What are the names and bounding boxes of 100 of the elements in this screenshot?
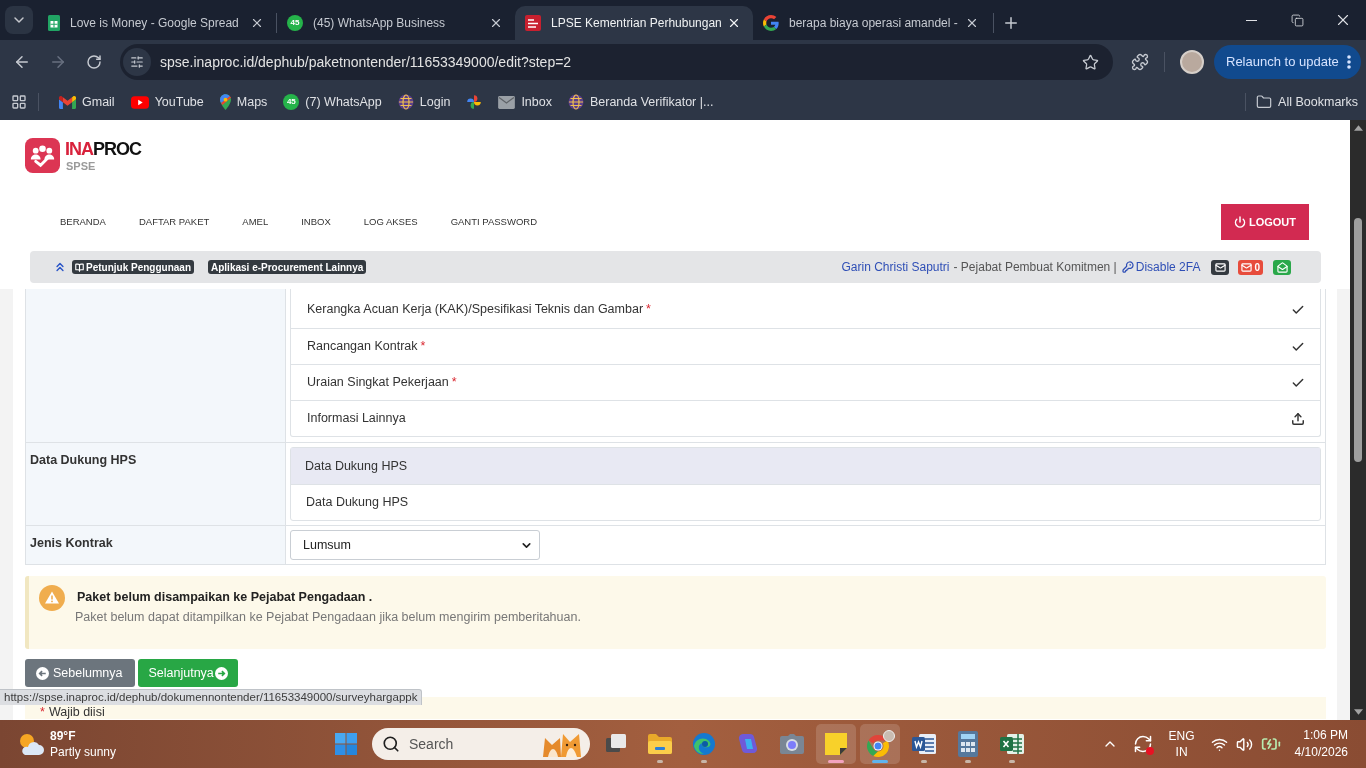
chevrons-up-icon[interactable]: [53, 260, 67, 274]
panel-heading: Data Dukung HPS: [291, 448, 1320, 484]
back-button[interactable]: Sebelumnya: [25, 659, 135, 687]
chat-count-badge: 45: [287, 15, 303, 31]
logout-button[interactable]: LOGOUT: [1221, 204, 1309, 240]
bookmark-link[interactable]: Inbox: [490, 88, 560, 116]
scrollbar-thumb[interactable]: [1354, 218, 1362, 462]
nav-link[interactable]: INBOX: [301, 214, 331, 230]
nav-link[interactable]: GANTI PASSWORD: [450, 214, 538, 230]
bookmark-link[interactable]: Gmail: [51, 88, 123, 116]
bookmark-link[interactable]: Beranda Verifikator |...: [559, 88, 722, 116]
start-icon[interactable]: [334, 732, 358, 756]
unread-button[interactable]: 0: [1238, 259, 1263, 275]
status-url: https://spse.inaproc.id/dephub/dokumennontender/11653349000/surveyhargappk: [0, 689, 423, 705]
document-name: Rancangan Kontrak *: [307, 338, 426, 356]
running-indicator: [1009, 760, 1015, 763]
nav-link[interactable]: AMEL: [242, 214, 269, 230]
arrow-left-circle-icon: [36, 666, 49, 680]
puzzle-icon: [1131, 53, 1149, 71]
document-name: Uraian Singkat Pekerjaan *: [307, 374, 457, 392]
sheet-icon: [48, 15, 60, 31]
close-icon[interactable]: [965, 16, 979, 30]
minimize-icon: [1245, 19, 1257, 21]
book-icon: [75, 262, 84, 272]
search-icon: [382, 735, 400, 753]
power-icon: [1233, 216, 1246, 228]
people-logo-icon: [25, 138, 60, 173]
search-field[interactable]: Search: [372, 728, 590, 760]
plus-icon: [1002, 14, 1020, 32]
scroll-up-icon[interactable]: [1353, 125, 1363, 131]
required-note: * Wajib diisi: [40, 706, 106, 719]
reload-icon: [86, 54, 102, 70]
field-label: Data Dukung HPS: [30, 453, 137, 467]
all-bookmarks-button[interactable]: All Bookmarks: [1256, 88, 1358, 116]
running-indicator: [921, 760, 927, 763]
browser-tab[interactable]: LPSE Kementrian Perhubungan: [515, 6, 753, 40]
running-indicator: [657, 760, 663, 763]
envelope-icon: [498, 95, 516, 109]
tab-search-button[interactable]: [5, 6, 33, 34]
logo-subtitle: SPSE: [66, 160, 97, 172]
read-mail-button[interactable]: [1273, 259, 1291, 275]
logo-wordmark: INAPROC: [65, 139, 141, 160]
user-name-link[interactable]: Garin Christi Saputri: [841, 258, 950, 276]
browser-tab[interactable]: Love is Money - Google Spread: [38, 6, 276, 40]
close-icon[interactable]: [727, 16, 741, 30]
play-icon: [130, 95, 149, 109]
close-icon[interactable]: [489, 16, 503, 30]
relaunch-button[interactable]: Relaunch to update: [1214, 45, 1361, 79]
star-icon[interactable]: [1082, 53, 1099, 71]
panel-item[interactable]: Data Dukung HPS: [291, 484, 1320, 520]
inbox-button[interactable]: [1211, 259, 1230, 275]
restore-icon: [1290, 13, 1304, 27]
browser-tab[interactable]: 45 (45) WhatsApp Business: [277, 6, 515, 40]
browser-tab[interactable]: berapa biaya operasi amandel -: [753, 6, 991, 40]
document-row[interactable]: Uraian Singkat Pekerjaan *: [291, 364, 1320, 400]
folder-icon: [647, 733, 673, 755]
chat-count-badge: 45: [283, 94, 300, 110]
close-icon[interactable]: [250, 16, 264, 30]
calculator-icon: [958, 731, 978, 757]
bookmark-link[interactable]: Maps: [211, 88, 276, 116]
clock[interactable]: 1:06 PM 4/10/2026: [1294, 727, 1348, 761]
nav-link[interactable]: LOG AKSES: [363, 214, 418, 230]
taskbar-app[interactable]: [816, 724, 856, 764]
volume-icon[interactable]: [1235, 735, 1253, 753]
language-indicator[interactable]: ENG IN: [1162, 728, 1201, 760]
globe-icon: [397, 94, 414, 110]
address-bar[interactable]: spse.inaproc.id/dephub/paketnontender/11653349000/edit?step=2: [120, 44, 1113, 80]
g-logo-icon: [763, 15, 779, 31]
contract-type-select[interactable]: Lumsum: [290, 530, 540, 560]
upload-icon[interactable]: [1291, 411, 1305, 426]
document-name: Informasi Lainnya: [307, 410, 406, 428]
running-indicator: [701, 760, 707, 763]
folder-icon: [1256, 94, 1273, 110]
sliders-icon[interactable]: [123, 48, 151, 76]
weather-widget[interactable]: 89°F Partly sunny: [16, 728, 117, 760]
bookmark-link[interactable]: 45 (7) WhatsApp: [275, 88, 390, 116]
disable-2fa-link[interactable]: Disable 2FA: [1135, 258, 1201, 276]
lines-tile-icon: [525, 15, 541, 31]
help-link[interactable]: Aplikasi e-Procurement Lainnya: [208, 260, 367, 274]
arrow-right-icon: [49, 53, 67, 71]
pinwheel-icon: [466, 94, 483, 110]
help-link[interactable]: Petunjuk Penggunaan: [72, 260, 194, 274]
sync-icon[interactable]: [1132, 734, 1153, 754]
mail-icon: [1214, 261, 1226, 273]
document-row[interactable]: Kerangka Acuan Kerja (KAK)/Spesifikasi Teknis dan Gambar *: [291, 289, 1320, 328]
nav-link[interactable]: BERANDA: [60, 214, 106, 230]
note-icon: [824, 732, 848, 756]
document-row[interactable]: Rancangan Kontrak *: [291, 328, 1320, 364]
scroll-down-icon[interactable]: [1353, 709, 1363, 715]
field-label: Jenis Kontrak: [30, 536, 113, 550]
key-icon: [1121, 261, 1134, 273]
avatar-icon[interactable]: [1180, 50, 1204, 74]
grid-icon: [11, 94, 27, 110]
document-row[interactable]: Informasi Lainnya: [291, 400, 1320, 436]
open-mail-icon: [1276, 261, 1288, 273]
document-icon: [911, 732, 937, 756]
bookmark-link[interactable]: Login: [389, 88, 459, 116]
alert-message: Paket belum dapat ditampilkan ke Pejabat Pengadaan jika belum mengirim pemberitahuan.: [75, 609, 581, 625]
nav-link[interactable]: DAFTAR PAKET: [138, 214, 210, 230]
bookmark-link[interactable]: YouTube: [122, 88, 212, 116]
